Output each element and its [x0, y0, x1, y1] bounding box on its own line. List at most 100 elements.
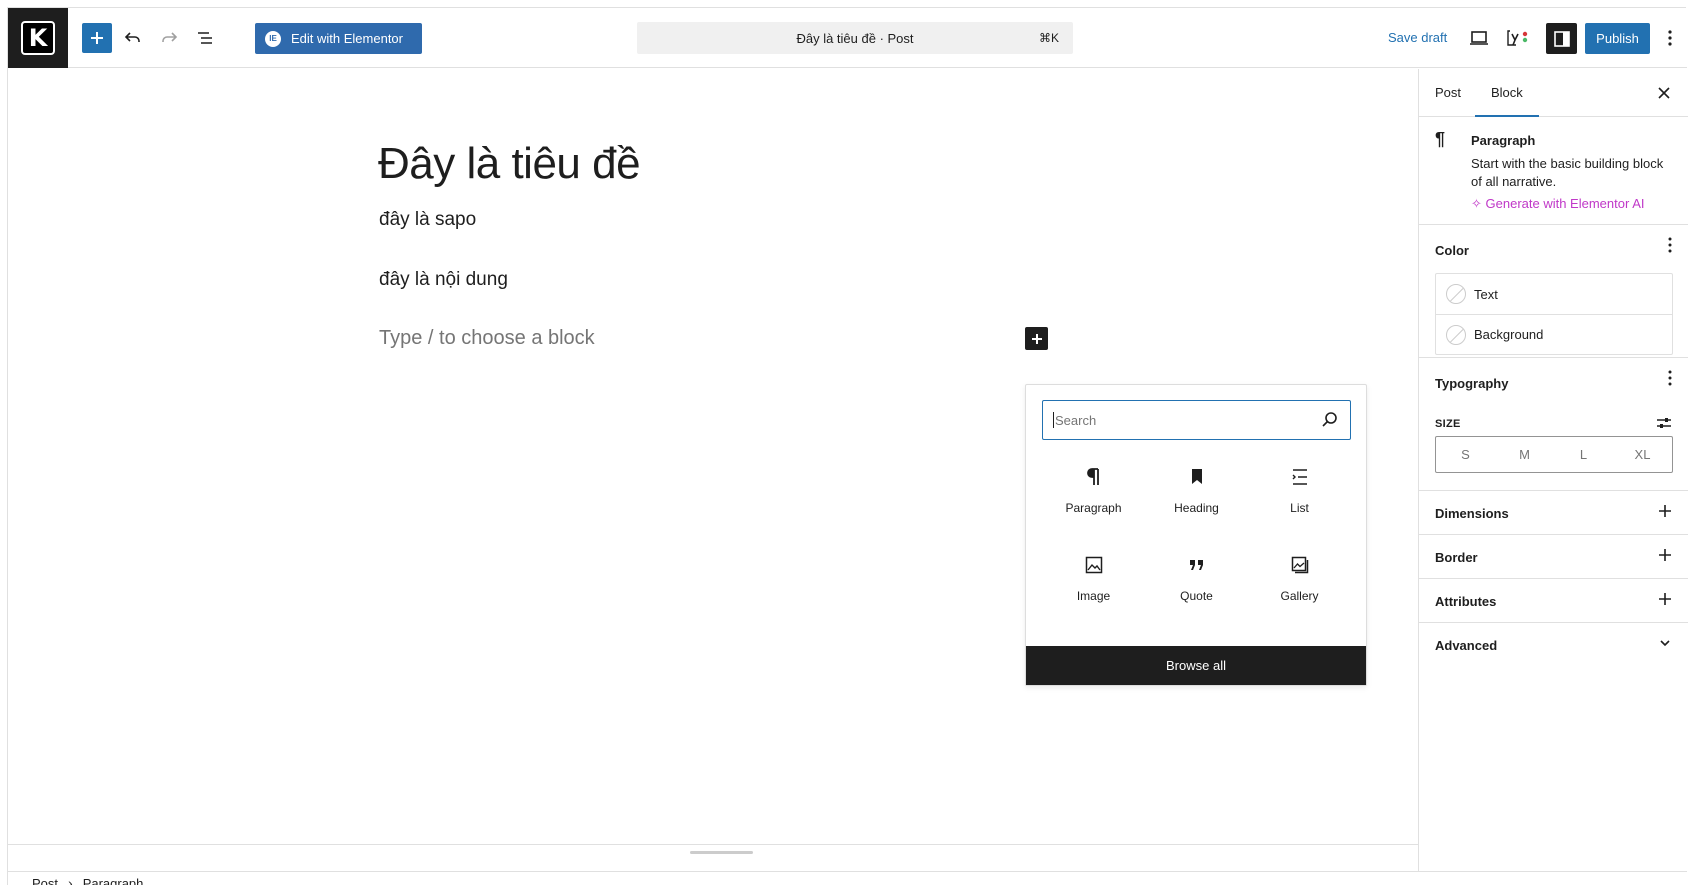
color-item-text[interactable]: Text	[1436, 274, 1672, 314]
settings-toggle-button[interactable]	[1546, 23, 1577, 54]
post-title[interactable]: Đây là tiêu đề	[378, 139, 641, 189]
generate-ai-link[interactable]: ✧ Generate with Elementor AI	[1471, 196, 1645, 212]
sparkle-icon: ✧	[1471, 196, 1486, 211]
paragraph-block[interactable]: đây là sapo	[379, 209, 476, 231]
list-view-icon	[198, 32, 212, 44]
bookmark-icon	[1185, 465, 1209, 489]
color-swatch-empty	[1446, 324, 1466, 345]
publish-button[interactable]: Publish	[1585, 23, 1650, 54]
panel-attributes[interactable]: Attributes	[1419, 579, 1688, 623]
block-option-quote[interactable]: Quote	[1145, 545, 1248, 619]
block-option-list[interactable]: List	[1248, 457, 1351, 531]
block-option-image[interactable]: Image	[1042, 545, 1145, 619]
panel-color: Color Text Background	[1419, 225, 1688, 358]
sidebar-tabs: Post Block	[1419, 69, 1688, 117]
chevron-right-icon: ›	[68, 875, 73, 885]
block-option-gallery[interactable]: Gallery	[1248, 545, 1351, 619]
block-card-description: Start with the basic building block of a…	[1471, 156, 1664, 189]
sidebar-icon	[1553, 30, 1570, 47]
plus-icon[interactable]	[1658, 590, 1672, 611]
block-option-paragraph[interactable]: Paragraph	[1042, 457, 1145, 531]
panel-border[interactable]: Border	[1419, 535, 1688, 579]
yoast-seo-button[interactable]	[1504, 23, 1534, 53]
tab-post[interactable]: Post	[1435, 85, 1461, 100]
paragraph-icon	[1082, 465, 1106, 489]
size-option-xl[interactable]: XL	[1613, 447, 1672, 462]
size-option-m[interactable]: M	[1495, 447, 1554, 462]
empty-block-placeholder[interactable]: Type / to choose a block	[379, 327, 595, 350]
color-item-group: Text Background	[1435, 273, 1673, 355]
search-icon	[1322, 412, 1337, 427]
top-toolbar: K IE Edit with Elementor Đây là tiêu đề …	[8, 8, 1687, 68]
panel-dimensions-title: Dimensions	[1435, 506, 1509, 521]
block-card-title: Paragraph	[1471, 133, 1536, 148]
more-vertical-icon	[1668, 237, 1672, 253]
block-option-heading[interactable]: Heading	[1145, 457, 1248, 531]
breadcrumb-item-post[interactable]: Post	[32, 876, 58, 885]
options-menu-button[interactable]	[1660, 23, 1680, 53]
save-draft-button[interactable]: Save draft	[1388, 30, 1447, 45]
block-option-label: Gallery	[1280, 589, 1319, 603]
edit-with-elementor-label: Edit with Elementor	[291, 31, 403, 46]
block-inserter-popover: Search Paragraph Heading List Image Quot…	[1025, 384, 1367, 686]
settings-sidebar: Post Block ¶ Paragraph Start with the ba…	[1418, 69, 1688, 872]
plus-icon	[91, 32, 103, 44]
logo-k-icon: K	[21, 21, 55, 55]
color-item-label: Text	[1474, 286, 1498, 302]
block-option-label: Quote	[1180, 589, 1213, 603]
document-overview-button[interactable]	[190, 23, 220, 53]
redo-button[interactable]	[154, 23, 184, 53]
color-item-label: Background	[1474, 327, 1544, 342]
tab-block[interactable]: Block	[1475, 85, 1539, 117]
undo-button[interactable]	[118, 23, 148, 53]
list-icon	[1288, 465, 1312, 489]
command-shortcut: ⌘K	[1038, 31, 1059, 45]
editor-canvas: Đây là tiêu đề đây là sapo đây là nội du…	[8, 69, 1418, 844]
block-card: ¶ Paragraph Start with the basic buildin…	[1419, 117, 1688, 225]
color-item-background[interactable]: Background	[1436, 314, 1672, 354]
more-vertical-icon	[1668, 370, 1672, 386]
panel-color-title: Color	[1435, 243, 1469, 258]
text-caret	[1053, 412, 1054, 428]
preview-button[interactable]	[1464, 23, 1494, 53]
breadcrumb: Post › Paragraph	[32, 875, 143, 885]
color-options-button[interactable]	[1668, 237, 1672, 258]
custom-size-toggle[interactable]	[1656, 416, 1672, 435]
plus-icon[interactable]	[1658, 546, 1672, 567]
more-vertical-icon	[1668, 30, 1672, 46]
color-swatch-empty	[1446, 284, 1466, 304]
size-option-l[interactable]: L	[1554, 447, 1613, 462]
resize-handle[interactable]	[690, 851, 753, 854]
undo-icon	[124, 32, 140, 42]
settings-sliders-icon	[1657, 418, 1671, 428]
quote-icon	[1185, 553, 1209, 577]
typography-options-button[interactable]	[1668, 370, 1672, 391]
chevron-down-icon[interactable]	[1658, 634, 1672, 655]
block-search-input[interactable]: Search	[1042, 400, 1351, 440]
edit-with-elementor-button[interactable]: IE Edit with Elementor	[255, 23, 422, 54]
generate-ai-label: Generate with Elementor AI	[1485, 196, 1645, 211]
command-palette-bar[interactable]: Đây là tiêu đề · Post ⌘K	[637, 22, 1073, 54]
gallery-icon	[1288, 553, 1312, 577]
block-option-label: Heading	[1174, 501, 1219, 515]
panel-typography-title: Typography	[1435, 376, 1509, 391]
block-option-label: List	[1290, 501, 1309, 515]
panel-dimensions[interactable]: Dimensions	[1419, 491, 1688, 535]
block-option-label: Image	[1076, 589, 1111, 603]
panel-advanced[interactable]: Advanced	[1419, 623, 1688, 667]
panel-attributes-title: Attributes	[1435, 594, 1497, 609]
panel-typography: Typography SIZE S M L XL	[1419, 358, 1688, 491]
plus-icon[interactable]	[1658, 502, 1672, 523]
size-option-s[interactable]: S	[1436, 447, 1495, 462]
site-logo-button[interactable]: K	[8, 8, 68, 68]
inline-add-block-button[interactable]	[1025, 327, 1048, 350]
paragraph-block[interactable]: đây là nội dung	[379, 269, 508, 291]
breadcrumb-item-paragraph[interactable]: Paragraph	[83, 876, 144, 885]
desktop-icon	[1470, 31, 1488, 45]
browse-all-button[interactable]: Browse all	[1026, 646, 1366, 685]
close-sidebar-button[interactable]	[1652, 81, 1676, 105]
add-block-button[interactable]	[82, 23, 112, 53]
footer-divider	[8, 871, 1687, 872]
block-types-grid: Paragraph Heading List Image Quote Galle…	[1042, 457, 1351, 619]
panel-advanced-title: Advanced	[1435, 638, 1498, 653]
